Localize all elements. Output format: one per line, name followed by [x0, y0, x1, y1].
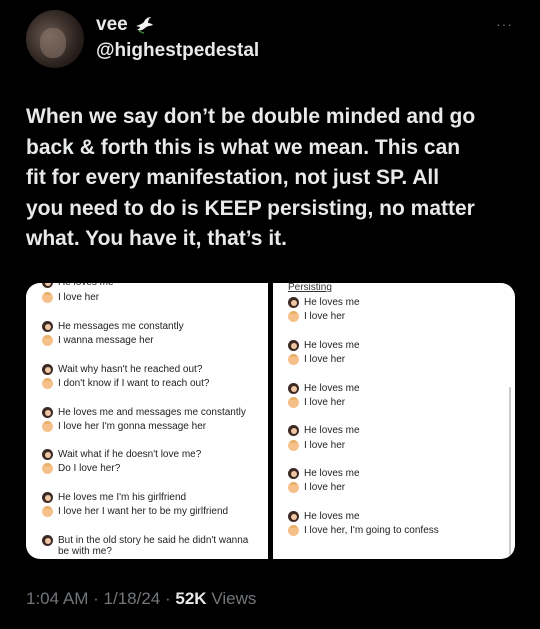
- woman-emoji-icon: [288, 425, 299, 436]
- image_left-line-text: I love her: [58, 292, 100, 303]
- image_left-line: He loves me and messages me constantly: [42, 407, 246, 418]
- image_right-line-text: He loves me: [304, 511, 360, 522]
- image_left-line-text: He loves me and messages me constantly: [58, 407, 246, 418]
- woman-emoji-icon: [42, 364, 53, 375]
- man-emoji-icon: [288, 354, 299, 365]
- image_left-line: But in the old story he said he didn't w…: [42, 535, 262, 557]
- image_left-line: He loves me I'm his girlfriend: [42, 492, 186, 503]
- dove-icon: [135, 17, 153, 34]
- woman-emoji-icon: [42, 535, 53, 546]
- man-emoji-icon: [288, 482, 299, 493]
- woman-emoji-icon: [288, 468, 299, 479]
- image_right-line: I love her: [288, 440, 345, 451]
- meta-separator: ·: [164, 589, 171, 608]
- image_right-line-text: He loves me: [304, 340, 360, 351]
- image_left-line: I don't know if I want to reach out?: [42, 378, 209, 389]
- image_left-line-text: I wanna message her: [58, 335, 154, 346]
- man-emoji-icon: [288, 397, 299, 408]
- image_right-line-text: He loves me: [304, 297, 360, 308]
- image_right-line-text: I love her: [304, 482, 346, 493]
- man-emoji-icon: [42, 378, 53, 389]
- image_right-line-text: He loves me: [304, 425, 360, 436]
- image_left-line: I love her I'm gonna message her: [42, 421, 206, 432]
- image_left-line-text: Wait why hasn't he reached out?: [58, 364, 203, 375]
- woman-emoji-icon: [42, 283, 53, 288]
- more-options-icon[interactable]: ···: [496, 16, 513, 32]
- image_left-line-text: Wait what if he doesn't love me?: [58, 449, 202, 460]
- woman-emoji-icon: [288, 511, 299, 522]
- views-label: Views: [211, 589, 257, 608]
- woman-emoji-icon: [42, 321, 53, 332]
- attached-image-left[interactable]: He loves me I love her He messages me cons…: [26, 283, 268, 559]
- image_right-line: I love her: [288, 397, 345, 408]
- image_left-line-text: I love her I want her to be my girlfrien…: [58, 506, 229, 517]
- image_right-line-text: He loves me: [304, 383, 360, 394]
- image-scrollbar: [509, 387, 511, 557]
- image_left-line-text: I love her I'm gonna message her: [58, 421, 207, 432]
- image_right-line: I love her, I'm going to confess: [288, 525, 439, 536]
- views-count: 52K: [175, 589, 207, 608]
- image_left-line-text: He loves me I'm his girlfriend: [58, 492, 187, 503]
- image_right-line-text: He loves me: [304, 468, 360, 479]
- image_right-line: I love her: [288, 354, 345, 365]
- avatar[interactable]: [26, 10, 84, 68]
- attached-image-right[interactable]: Persisting He loves me I love her He loves…: [273, 283, 515, 559]
- man-emoji-icon: [288, 311, 299, 322]
- image_left-line: I wanna message her: [42, 335, 154, 346]
- woman-emoji-icon: [42, 407, 53, 418]
- author-handle[interactable]: @highestpedestal: [96, 40, 259, 62]
- tweet-meta: 1:04 AM · 1/18/24 · 52K Views: [26, 589, 256, 609]
- image_right-line-text: I love her: [304, 311, 346, 322]
- image_left-line: He loves me: [42, 283, 114, 288]
- image_left-line: Do I love her?: [42, 463, 120, 474]
- tweet-time[interactable]: 1:04 AM: [26, 589, 88, 608]
- tweet-text: When we say don’t be double minded and g…: [26, 105, 476, 250]
- image_left-line-text: I don't know if I want to reach out?: [58, 378, 210, 389]
- persisting-heading: Persisting: [288, 283, 332, 293]
- image_left-line: Wait why hasn't he reached out?: [42, 364, 202, 375]
- image_left-line: I love her: [42, 292, 99, 303]
- image_right-line: He loves me: [288, 340, 360, 351]
- image_right-line: I love her: [288, 482, 345, 493]
- man-emoji-icon: [42, 506, 53, 517]
- woman-emoji-icon: [288, 297, 299, 308]
- tweet-date[interactable]: 1/18/24: [104, 589, 161, 608]
- man-emoji-icon: [42, 421, 53, 432]
- image_right-line: He loves me: [288, 468, 360, 479]
- image_right-line-text: I love her: [304, 354, 346, 365]
- image_left-line-text: But in the old story he said he didn't w…: [58, 535, 249, 557]
- woman-emoji-icon: [42, 449, 53, 460]
- image_left-line: He messages me constantly: [42, 321, 184, 332]
- man-emoji-icon: [288, 525, 299, 536]
- woman-emoji-icon: [42, 492, 53, 503]
- image_left-line: Wait what if he doesn't love me?: [42, 449, 201, 460]
- image_right-line: He loves me: [288, 511, 360, 522]
- image_left-line: I love her I want her to be my girlfrien…: [42, 506, 228, 517]
- meta-separator: ·: [93, 589, 99, 608]
- man-emoji-icon: [42, 463, 53, 474]
- man-emoji-icon: [42, 292, 53, 303]
- woman-emoji-icon: [288, 383, 299, 394]
- author-name-row: vee: [96, 14, 154, 36]
- image_right-line-text: I love her: [304, 440, 346, 451]
- display-name[interactable]: vee: [96, 14, 128, 36]
- image_right-line-text: I love her: [304, 397, 346, 408]
- image_right-line: He loves me: [288, 297, 360, 308]
- image_left-line-text: Do I love her?: [58, 463, 121, 474]
- man-emoji-icon: [288, 440, 299, 451]
- woman-emoji-icon: [288, 340, 299, 351]
- man-emoji-icon: [42, 335, 53, 346]
- image_left-line-text: He messages me constantly: [58, 321, 184, 332]
- image_right-line: He loves me: [288, 425, 360, 436]
- image_right-line-text: I love her, I'm going to confess: [304, 525, 439, 536]
- image_right-line: I love her: [288, 311, 345, 322]
- image_left-line-text: He loves me: [58, 283, 114, 288]
- image_right-line: He loves me: [288, 383, 360, 394]
